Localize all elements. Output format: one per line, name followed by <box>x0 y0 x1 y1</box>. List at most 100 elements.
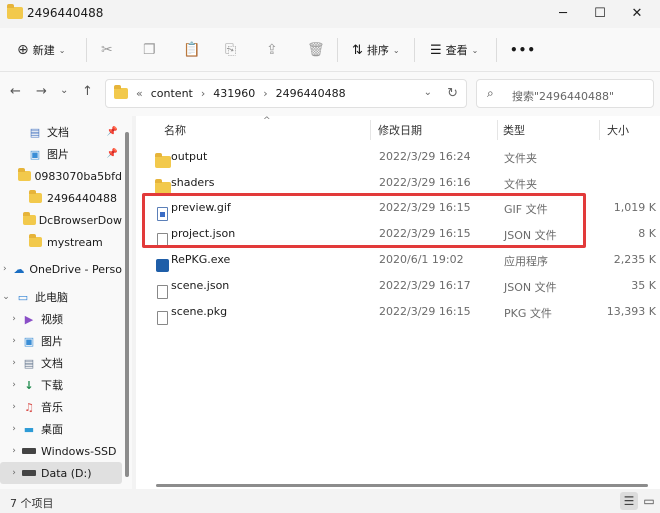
column-header-type[interactable]: 类型 <box>503 122 525 138</box>
new-button[interactable]: ⊕ 新建 ⌄ <box>17 38 65 62</box>
file-size: 1,019 K <box>613 201 656 214</box>
chevron-right-icon[interactable]: › <box>8 380 20 390</box>
sidebar-item-label: 图片 <box>47 148 69 161</box>
column-header-name[interactable]: 名称 <box>164 122 186 138</box>
chevron-right-icon[interactable]: › <box>8 424 20 434</box>
sidebar-item-pictures[interactable]: › ▣ 图片 <box>0 330 122 352</box>
recent-locations-icon[interactable]: ⌄ <box>60 85 68 96</box>
file-type: JSON 文件 <box>504 281 557 294</box>
share-icon[interactable]: ⇪ <box>266 38 278 62</box>
more-options-icon[interactable]: ••• <box>510 38 536 62</box>
chevron-down-icon: ⌄ <box>392 45 400 55</box>
paste-icon[interactable]: 📋 <box>183 38 200 62</box>
horizontal-scrollbar[interactable] <box>156 484 648 487</box>
sidebar-item-folder[interactable]: DcBrowserDow <box>0 209 122 231</box>
folder-icon <box>7 4 23 22</box>
search-box[interactable]: ⌕ 搜索"2496440488" <box>476 79 654 108</box>
table-row[interactable]: scene.json 2022/3/29 16:17 JSON 文件 35 K <box>136 272 660 299</box>
sidebar-item-label: DcBrowserDow <box>38 213 122 227</box>
file-modified: 2022/3/29 16:17 <box>379 279 471 292</box>
table-row[interactable]: RePKG.exe 2020/6/1 19:02 应用程序 2,235 K <box>136 246 660 272</box>
sidebar-item-documents[interactable]: › ▤ 文档 <box>0 352 122 374</box>
computer-icon: ▭ <box>17 290 29 304</box>
close-button[interactable]: ✕ <box>619 0 655 26</box>
download-icon: ↓ <box>24 378 34 392</box>
file-size: 35 K <box>631 279 656 292</box>
chevron-right-icon[interactable]: › <box>8 402 20 412</box>
view-button[interactable]: ☰ 查看 ⌄ <box>430 38 478 62</box>
sidebar-item-this-pc[interactable]: ⌄ ▭ 此电脑 <box>0 286 122 308</box>
breadcrumb-content[interactable]: content <box>151 87 193 100</box>
sidebar-item-windows-ssd[interactable]: › Windows-SSD <box>0 440 122 462</box>
minimize-button[interactable]: ─ <box>545 0 581 26</box>
search-icon: ⌕ <box>487 86 494 100</box>
address-bar[interactable]: « content › 431960 › 2496440488 ⌄ ↻ <box>105 79 467 108</box>
column-header-modified[interactable]: 修改日期 <box>378 122 422 138</box>
file-name: scene.pkg <box>171 305 228 318</box>
breadcrumb-2496440488[interactable]: 2496440488 <box>276 87 346 100</box>
sidebar-item-videos[interactable]: › ▶ 视频 <box>0 308 122 330</box>
table-row[interactable]: output 2022/3/29 16:24 文件夹 <box>136 143 660 169</box>
file-modified: 2022/3/29 16:16 <box>379 176 471 189</box>
chevron-right-icon[interactable]: › <box>8 358 20 368</box>
sidebar-item-documents[interactable]: ▤ 文档 📌 <box>0 121 122 143</box>
sidebar-item-desktop[interactable]: › ▬ 桌面 <box>0 418 122 440</box>
video-icon: ▶ <box>24 312 34 326</box>
sidebar-scrollbar[interactable] <box>125 132 129 477</box>
new-icon: ⊕ <box>17 42 29 58</box>
sort-button[interactable]: ⇅ 排序 ⌄ <box>352 38 400 62</box>
sidebar-item-label: 文档 <box>47 126 69 139</box>
cut-icon[interactable]: ✂ <box>101 38 113 62</box>
chevron-right-icon[interactable]: › <box>0 264 10 274</box>
file-modified: 2022/3/29 16:15 <box>379 305 471 318</box>
chevron-right-icon[interactable]: › <box>8 468 20 478</box>
folder-icon <box>26 190 44 203</box>
sidebar-item-label: 0983070ba5bfd <box>34 169 122 183</box>
address-dropdown-icon[interactable]: ⌄ <box>424 87 432 98</box>
back-icon[interactable]: ← <box>10 84 21 99</box>
file-size: 13,393 K <box>606 305 656 318</box>
forward-icon[interactable]: → <box>36 84 47 99</box>
sidebar-item-label: Data (D:) <box>41 466 92 480</box>
sidebar-item-folder[interactable]: 0983070ba5bfd <box>0 165 122 187</box>
up-icon[interactable]: ↑ <box>82 84 93 99</box>
delete-icon[interactable]: 🗑 <box>307 38 325 62</box>
pictures-icon: ▣ <box>29 147 41 161</box>
chevron-right-icon[interactable]: › <box>8 446 20 456</box>
folder-icon <box>114 85 128 99</box>
rename-icon[interactable]: ⎘ <box>225 38 236 62</box>
file-modified: 2022/3/29 16:24 <box>379 150 471 163</box>
sidebar-item-data-drive[interactable]: › Data (D:) <box>0 462 122 484</box>
file-list: ^ 名称 修改日期 类型 大小 output 2022/3/29 16:24 文… <box>136 116 660 489</box>
sidebar-item-folder[interactable]: 2496440488 <box>0 187 122 209</box>
sidebar-item-folder[interactable]: mystream <box>0 231 122 253</box>
breadcrumb-separator: › <box>263 87 268 100</box>
breadcrumb-separator: › <box>200 87 206 100</box>
chevron-down-icon[interactable]: ⌄ <box>0 292 12 302</box>
new-label: 新建 <box>32 44 55 57</box>
sidebar-item-downloads[interactable]: › ↓ 下载 <box>0 374 122 396</box>
table-row[interactable]: scene.pkg 2022/3/29 16:15 PKG 文件 13,393 … <box>136 298 660 325</box>
chevron-right-icon[interactable]: › <box>8 336 20 346</box>
details-view-icon[interactable]: ☰ <box>620 492 638 510</box>
table-row[interactable]: shaders 2022/3/29 16:16 文件夹 <box>136 169 660 195</box>
document-icon: ▤ <box>29 125 41 139</box>
cloud-icon: ☁ <box>13 262 25 276</box>
file-size: 2,235 K <box>613 253 656 266</box>
maximize-button[interactable]: ☐ <box>582 0 618 26</box>
refresh-icon[interactable]: ↻ <box>447 86 458 101</box>
sidebar-item-label: mystream <box>47 235 103 249</box>
copy-icon[interactable]: ❐ <box>143 38 156 62</box>
breadcrumb-overflow[interactable]: « <box>136 87 143 100</box>
drive-icon <box>20 448 38 454</box>
sidebar-item-pictures[interactable]: ▣ 图片 📌 <box>0 143 122 165</box>
breadcrumb-431960[interactable]: 431960 <box>213 87 255 100</box>
drive-icon <box>20 470 38 476</box>
sidebar-item-music[interactable]: › ♫ 音乐 <box>0 396 122 418</box>
folder-icon <box>18 168 32 181</box>
search-input[interactable]: 搜索"2496440488" <box>512 88 614 104</box>
sidebar-item-onedrive[interactable]: › ☁ OneDrive - Perso <box>0 258 122 280</box>
chevron-right-icon[interactable]: › <box>8 314 20 324</box>
column-header-size[interactable]: 大小 <box>607 122 629 138</box>
tiles-view-icon[interactable]: ▭ <box>640 492 658 510</box>
